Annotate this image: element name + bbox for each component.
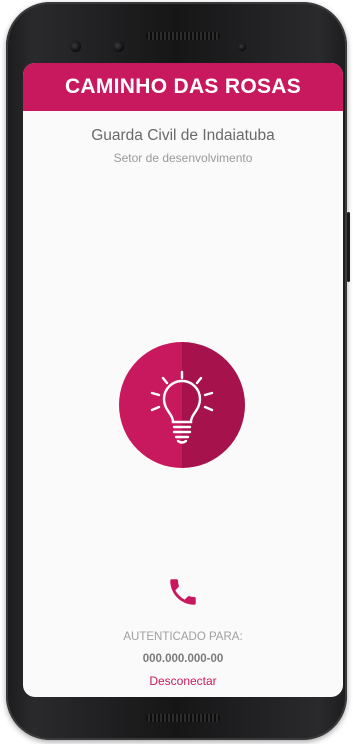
auth-label: AUTENTICADO PARA: bbox=[123, 631, 243, 643]
app-screen: CAMINHO DAS ROSAS Guarda Civil de Indaia… bbox=[23, 63, 343, 697]
disconnect-link[interactable]: Desconectar bbox=[23, 674, 343, 688]
proximity-sensor bbox=[238, 43, 246, 51]
app-title: CAMINHO DAS ROSAS bbox=[64, 75, 302, 98]
phone-icon bbox=[170, 579, 196, 605]
auth-value: 000.000.000-00 bbox=[142, 653, 224, 665]
call-button[interactable] bbox=[166, 575, 200, 609]
bottom-speaker bbox=[146, 714, 220, 722]
organization-name: Guarda Civil de Indaiatuba bbox=[91, 127, 275, 144]
lightbulb-icon bbox=[150, 370, 214, 444]
alert-button[interactable] bbox=[119, 342, 245, 468]
earpiece-speaker bbox=[146, 32, 220, 40]
front-camera-right bbox=[113, 41, 124, 52]
sector-name: Setor de desenvolvimento bbox=[113, 151, 253, 165]
app-bar: CAMINHO DAS ROSAS bbox=[23, 63, 343, 111]
power-button bbox=[347, 212, 350, 282]
front-camera-left bbox=[70, 41, 81, 52]
